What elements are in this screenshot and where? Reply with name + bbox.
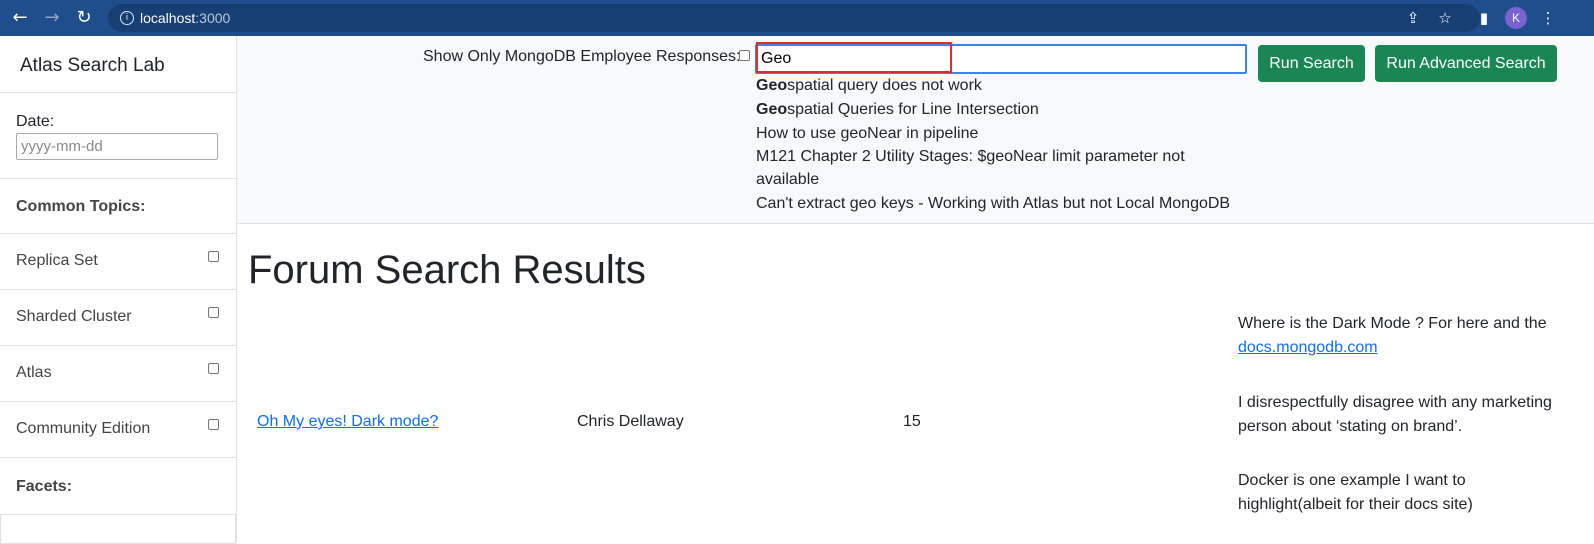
topic-label: Atlas <box>16 364 52 381</box>
result-author: Chris Dellaway <box>577 413 684 430</box>
topic-label: Replica Set <box>16 252 98 269</box>
employee-responses-checkbox[interactable] <box>739 50 750 61</box>
divider <box>0 457 236 458</box>
share-icon[interactable]: ⇪ <box>1403 8 1423 28</box>
sidebar: Atlas Search Lab Date: Common Topics: Re… <box>0 36 237 544</box>
topic-sharded-cluster: Sharded Cluster <box>0 290 236 346</box>
run-search-button[interactable]: Run Search <box>1258 45 1365 82</box>
browser-toolbar: ← → ↻ i localhost:3000 ⇪ ☆ ▮ K ⋮ <box>0 0 1594 36</box>
topic-checkbox[interactable] <box>208 307 219 318</box>
topic-atlas: Atlas <box>0 346 236 402</box>
topic-replica-set: Replica Set <box>0 234 236 290</box>
url-text: localhost:3000 <box>140 10 231 26</box>
forward-arrow-icon[interactable]: → <box>42 8 62 28</box>
autocomplete-suggestion[interactable]: How to use geoNear in pipeline <box>756 122 1236 145</box>
results-title: Forum Search Results <box>248 248 646 292</box>
result-reply: I disrespectfully disagree with any mark… <box>1238 394 1552 435</box>
docs-link[interactable]: docs.mongodb.com <box>1238 339 1378 356</box>
common-topics-heading: Common Topics: <box>16 198 146 215</box>
back-arrow-icon[interactable]: ← <box>10 8 30 28</box>
result-title-link[interactable]: Oh My eyes! Dark mode? <box>257 413 438 431</box>
autocomplete-suggestion[interactable]: Can't extract geo keys - Working with At… <box>756 192 1236 215</box>
autocomplete-suggestion[interactable]: Geospatial Queries for Line Intersection <box>756 98 1236 121</box>
facets-heading: Facets: <box>16 478 73 495</box>
side-panel-icon[interactable]: ▮ <box>1474 8 1494 28</box>
result-reply: Where is the Dark Mode ? For here and th… <box>1238 315 1547 356</box>
divider <box>0 178 236 179</box>
autocomplete-suggestion[interactable]: M121 Chapter 2 Utility Stages: $geoNear … <box>756 145 1196 191</box>
search-input[interactable] <box>755 44 1247 74</box>
site-info-icon[interactable]: i <box>120 11 134 25</box>
profile-avatar[interactable]: K <box>1505 7 1527 29</box>
divider <box>0 92 236 93</box>
reload-icon[interactable]: ↻ <box>74 8 94 28</box>
facets-panel <box>0 514 236 544</box>
topic-label: Sharded Cluster <box>16 308 132 325</box>
date-label: Date: <box>16 113 55 130</box>
employee-responses-label: Show Only MongoDB Employee Responses: <box>423 48 741 65</box>
topic-checkbox[interactable] <box>208 419 219 430</box>
autocomplete-suggestion[interactable]: Geospatial query does not work <box>756 74 1236 97</box>
bookmark-star-icon[interactable]: ☆ <box>1435 8 1455 28</box>
result-count: 15 <box>903 413 921 430</box>
topic-checkbox[interactable] <box>208 363 219 374</box>
topic-community-edition: Community Edition <box>0 402 236 458</box>
app-brand[interactable]: Atlas Search Lab <box>20 55 165 77</box>
topic-checkbox[interactable] <box>208 251 219 262</box>
address-bar[interactable]: i localhost:3000 <box>108 4 1480 32</box>
search-bar-area: Show Only MongoDB Employee Responses: Ru… <box>237 36 1594 224</box>
topic-label: Community Edition <box>16 420 151 437</box>
run-advanced-search-button[interactable]: Run Advanced Search <box>1375 45 1557 82</box>
date-input[interactable] <box>16 133 218 160</box>
result-reply: Docker is one example I want to highligh… <box>1238 472 1473 513</box>
kebab-menu-icon[interactable]: ⋮ <box>1538 8 1558 28</box>
